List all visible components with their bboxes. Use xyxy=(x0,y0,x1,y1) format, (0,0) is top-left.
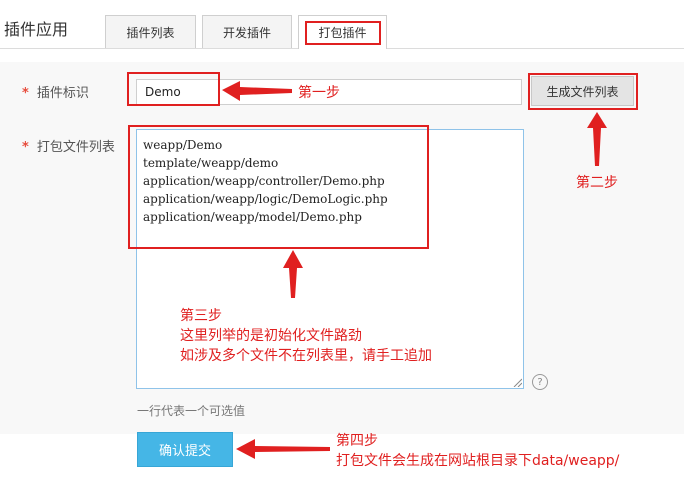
tab-package-plugin-label: 打包插件 xyxy=(318,26,367,40)
annotation-step3-line: 第三步 xyxy=(180,308,222,324)
page-title: 插件应用 xyxy=(4,20,69,39)
submit-button[interactable]: 确认提交 xyxy=(137,432,233,467)
annotation-step4-line: 第四步 xyxy=(336,433,378,449)
annotation-step4: 第四步 打包文件会生成在网站根目录下data/weapp/ xyxy=(336,431,619,471)
tab-package-plugin-highlight: 打包插件 xyxy=(304,20,381,45)
file-list-highlight xyxy=(128,125,429,249)
annotation-step3-line: 如涉及多个文件不在列表里，请手工追加 xyxy=(180,348,432,364)
required-mark: * xyxy=(22,140,29,155)
plugin-id-label-row: * 插件标识 xyxy=(22,82,89,101)
tab-develop-plugin[interactable]: 开发插件 xyxy=(202,15,292,48)
hint-text: 一行代表一个可选值 xyxy=(137,404,246,418)
file-list-label-row: * 打包文件列表 xyxy=(22,136,115,155)
annotation-step2: 第二步 xyxy=(576,175,618,191)
arrow-step4-icon xyxy=(236,439,330,459)
annotation-step1: 第一步 xyxy=(298,85,340,101)
plugin-id-highlight xyxy=(127,72,220,106)
annotation-step3: 第三步 这里列举的是初始化文件路劲 如涉及多个文件不在列表里，请手工追加 xyxy=(180,306,432,366)
resize-grip-icon[interactable] xyxy=(513,378,522,387)
file-list-label: 打包文件列表 xyxy=(36,140,115,155)
plugin-id-label: 插件标识 xyxy=(36,86,89,101)
annotation-step4-line: 打包文件会生成在网站根目录下data/weapp/ xyxy=(336,453,620,469)
help-icon[interactable]: ? xyxy=(532,374,548,390)
generate-file-list-button[interactable]: 生成文件列表 xyxy=(531,76,634,106)
tab-package-plugin[interactable]: 打包插件 xyxy=(298,15,387,49)
tab-plugin-list[interactable]: 插件列表 xyxy=(105,15,196,48)
required-mark: * xyxy=(22,86,29,101)
annotation-step3-line: 这里列举的是初始化文件路劲 xyxy=(180,328,362,344)
